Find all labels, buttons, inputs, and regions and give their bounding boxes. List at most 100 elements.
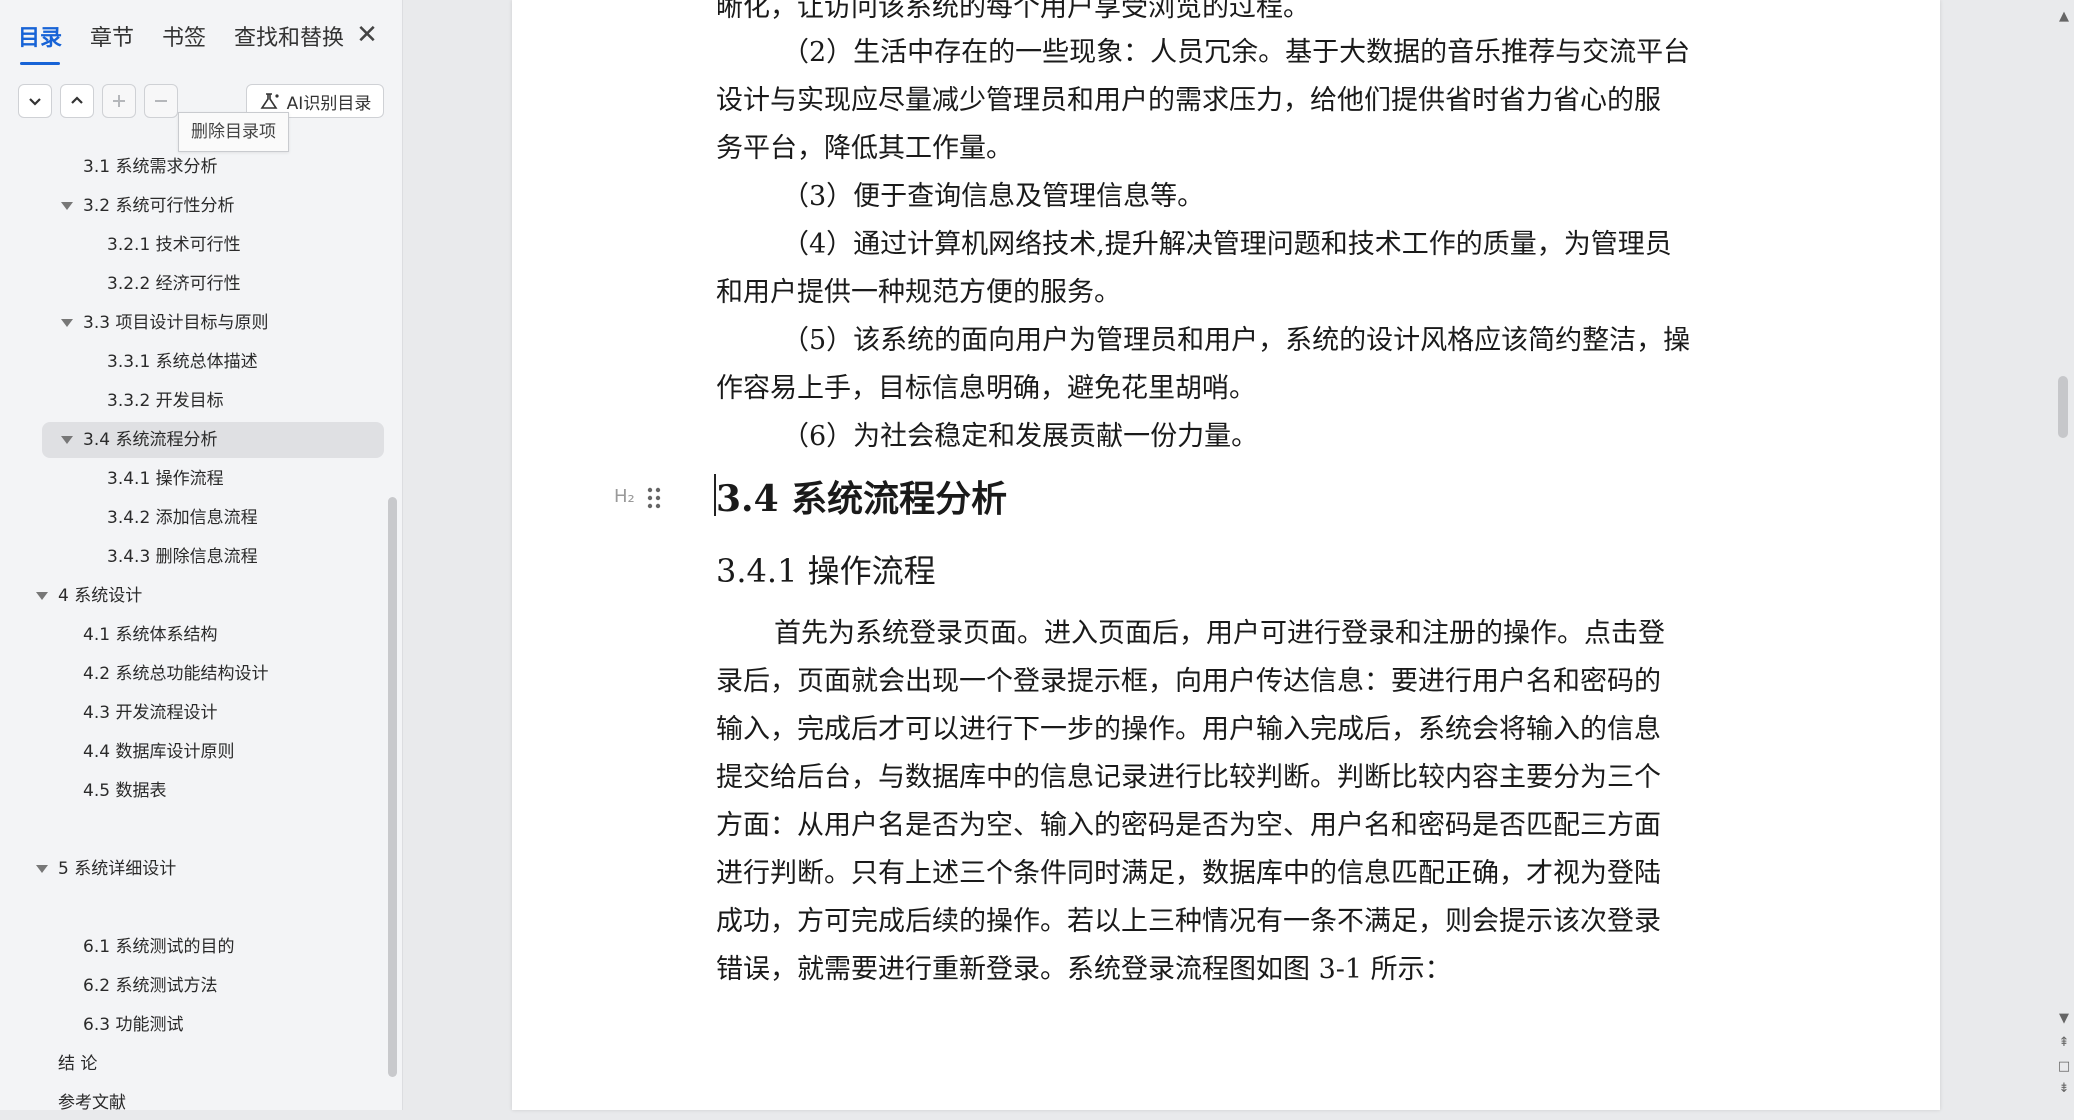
delete-toc-item-button[interactable]	[144, 84, 178, 118]
document-page[interactable]: 晰化，让访问该系统的每个用户享受浏览的过程。 （2）生活中存在的一些现象：人员冗…	[512, 0, 1940, 1110]
doc-body-line: 方面：从用户名是否为空、输入的密码是否为空、用户名和密码是否匹配三方面	[716, 810, 1661, 841]
heading-3-4-1[interactable]: 3.4.1 操作流程	[716, 546, 936, 592]
ai-button-label: AI识别目录	[286, 93, 372, 114]
doc-body-line: 错误，就需要进行重新登录。系统登录流程图如图 3-1 所示：	[716, 954, 1452, 985]
toc-item-label: 3.2 系统可行性分析	[83, 196, 235, 216]
toc-sidebar: 目录 章节 书签 查找和替换 ✕ AI识别目录 删除目录项 3.1 系统需求分析…	[0, 0, 403, 1113]
toc-item[interactable]: 3.4 系统流程分析	[0, 423, 390, 457]
expand-down-button[interactable]	[18, 84, 52, 118]
doc-list-line: （2）生活中存在的一些现象：人员冗余。基于大数据的音乐推荐与交流平台	[782, 37, 1691, 68]
toc-item[interactable]: 6.1 系统测试的目的	[0, 930, 390, 964]
toc-item-label: 3.3.2 开发目标	[107, 391, 224, 411]
toc-item[interactable]: 3.4.1 操作流程	[0, 462, 390, 496]
toc-item-label: 3.4.2 添加信息流程	[107, 508, 258, 528]
toc-item[interactable]: 3.4.3 删除信息流程	[0, 540, 390, 574]
tab-bookmarks[interactable]: 书签	[162, 17, 206, 61]
toc-item[interactable]: 4.5 数据表	[0, 774, 390, 808]
doc-list-line: 和用户提供一种规范方便的服务。	[716, 277, 1121, 308]
toc-item[interactable]: 3.2.1 技术可行性	[0, 228, 390, 262]
expand-arrow-icon[interactable]	[36, 592, 48, 600]
toc-item[interactable]: 4.1 系统体系结构	[0, 618, 390, 652]
doc-list-line: 务平台，降低其工作量。	[716, 133, 1013, 164]
plus-icon	[113, 95, 125, 107]
chevron-down-icon	[29, 98, 41, 106]
toc-item[interactable]: 3.1 系统需求分析	[0, 150, 390, 184]
toc-item[interactable]: 3.3.2 开发目标	[0, 384, 390, 418]
toc-item-label: 4 系统设计	[58, 586, 143, 606]
doc-list-line: 设计与实现应尽量减少管理员和用户的需求压力，给他们提供省时省力省心的服	[716, 85, 1661, 116]
heading-3-4[interactable]: 3.4 系统流程分析	[716, 470, 1007, 522]
doc-list-line: 作容易上手，目标信息明确，避免花里胡哨。	[716, 373, 1256, 404]
toc-item-label: 4.2 系统总功能结构设计	[83, 664, 269, 684]
next-page-icon[interactable]: ⇟	[2056, 1082, 2072, 1096]
toc-item[interactable]: 4.3 开发流程设计	[0, 696, 390, 730]
toc-item-label: 4.4 数据库设计原则	[83, 742, 235, 762]
doc-list-line: （6）为社会稳定和发展贡献一份力量。	[782, 421, 1259, 452]
tab-toc[interactable]: 目录	[18, 17, 62, 65]
prev-page-icon[interactable]: ⇞	[2056, 1036, 2072, 1050]
expand-arrow-icon[interactable]	[61, 319, 73, 327]
toc-item[interactable]: 6.3 功能测试	[0, 1008, 390, 1042]
tab-chapters[interactable]: 章节	[90, 17, 134, 61]
doc-body-line: 录后，页面就会出现一个登录提示框，向用户传达信息：要进行用户名和密码的	[716, 666, 1661, 697]
toc-item[interactable]: 3.4.2 添加信息流程	[0, 501, 390, 535]
delete-toc-item-tooltip: 删除目录项	[178, 112, 289, 152]
chevron-up-icon	[71, 96, 83, 104]
toc-item-label: 4.3 开发流程设计	[83, 703, 218, 723]
toc-item[interactable]: 4.2 系统总功能结构设计	[0, 657, 390, 691]
doc-body-line: 输入，完成后才可以进行下一步的操作。用户输入完成后，系统会将输入的信息	[716, 714, 1661, 745]
document-scrollbar-thumb[interactable]	[2058, 376, 2068, 438]
toc-item-label: 6.3 功能测试	[83, 1015, 184, 1035]
toc-item-label: 5 系统详细设计	[58, 859, 177, 879]
toc-item[interactable]: 3.3 项目设计目标与原则	[0, 306, 390, 340]
toc-item-label: 3.1 系统需求分析	[83, 157, 218, 177]
document-scrollbar[interactable]: ▲ ▼ ⇞ □ ⇟	[2054, 0, 2074, 1110]
doc-body-line: 提交给后台，与数据库中的信息记录进行比较判断。判断比较内容主要分为三个	[716, 762, 1661, 793]
doc-partial-line: 晰化，让访问该系统的每个用户享受浏览的过程。	[716, 0, 1310, 23]
toc-item-label: 3.4 系统流程分析	[83, 430, 218, 450]
close-sidebar-button[interactable]: ✕	[352, 20, 382, 50]
scroll-down-icon[interactable]: ▼	[2056, 1012, 2072, 1026]
toc-item-label: 3.2.1 技术可行性	[107, 235, 241, 255]
doc-body-line: 进行判断。只有上述三个条件同时满足，数据库中的信息匹配正确，才视为登陆	[716, 858, 1661, 889]
sidebar-tabs: 目录 章节 书签 查找和替换	[18, 14, 372, 65]
doc-body-line: 首先为系统登录页面。进入页面后，用户可进行登录和注册的操作。点击登	[774, 618, 1665, 649]
toc-item-label: 6.2 系统测试方法	[83, 976, 218, 996]
toc-item-label: 3.3.1 系统总体描述	[107, 352, 258, 372]
toc-item[interactable]: 3.3.1 系统总体描述	[0, 345, 390, 379]
add-toc-item-button[interactable]	[102, 84, 136, 118]
heading-level-marker[interactable]: H₂	[614, 486, 635, 507]
page-icon[interactable]: □	[2056, 1060, 2072, 1074]
text-cursor	[714, 474, 716, 516]
toc-item[interactable]: 参考文献	[0, 1086, 390, 1120]
toc-item[interactable]: 6.2 系统测试方法	[0, 969, 390, 1003]
toc-item-label: 4.1 系统体系结构	[83, 625, 218, 645]
doc-body-line: 成功，方可完成后续的操作。若以上三种情况有一条不满足，则会提示该次登录	[716, 906, 1661, 937]
tab-find-replace[interactable]: 查找和替换	[234, 17, 344, 61]
drag-handle-icon[interactable]	[646, 486, 662, 510]
toc-item[interactable]: 5 系统详细设计	[0, 852, 390, 886]
toc-item-label: 3.4.3 删除信息流程	[107, 547, 258, 567]
toc-item-label: 3.3 项目设计目标与原则	[83, 313, 269, 333]
collapse-up-button[interactable]	[60, 84, 94, 118]
toc-item-label: 6.1 系统测试的目的	[83, 937, 235, 957]
expand-arrow-icon[interactable]	[61, 436, 73, 444]
toc-item-label: 参考文献	[58, 1093, 126, 1113]
toc-item[interactable]: 结 论	[0, 1047, 390, 1081]
sidebar-scrollbar[interactable]	[388, 497, 397, 1077]
toc-item[interactable]: 3.2.2 经济可行性	[0, 267, 390, 301]
toc-item-label: 3.2.2 经济可行性	[107, 274, 241, 294]
doc-list-line: （3）便于查询信息及管理信息等。	[782, 181, 1205, 212]
minus-icon	[155, 100, 167, 102]
doc-list-line: （4）通过计算机网络技术,提升解决管理问题和技术工作的质量，为管理员	[782, 229, 1672, 260]
ai-flask-icon	[260, 93, 279, 109]
scroll-up-icon[interactable]: ▲	[2056, 10, 2072, 24]
toc-item-label: 3.4.1 操作流程	[107, 469, 224, 489]
expand-arrow-icon[interactable]	[36, 865, 48, 873]
toc-item[interactable]: 4 系统设计	[0, 579, 390, 613]
toc-item[interactable]: 4.4 数据库设计原则	[0, 735, 390, 769]
toc-item-label: 结 论	[58, 1054, 98, 1074]
toc-item[interactable]: 3.2 系统可行性分析	[0, 189, 390, 223]
doc-list-line: （5）该系统的面向用户为管理员和用户，系统的设计风格应该简约整洁，操	[782, 325, 1691, 356]
expand-arrow-icon[interactable]	[61, 202, 73, 210]
